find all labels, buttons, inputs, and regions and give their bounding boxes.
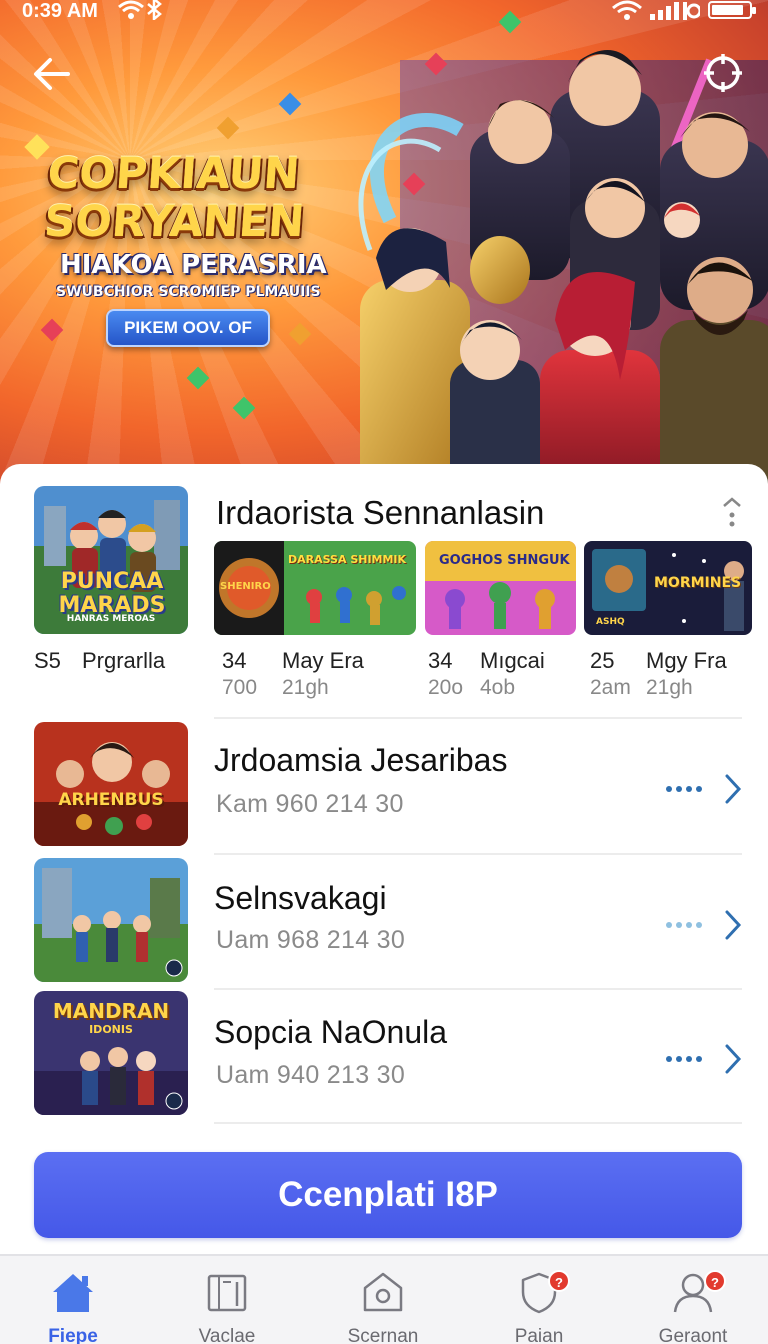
library-icon [207, 1274, 247, 1312]
tile-stat-sub-label: 21gh [282, 676, 329, 699]
nav-label: Geraont [658, 1326, 728, 1344]
divider [214, 1122, 742, 1124]
tile-stat-value: 34 [428, 648, 453, 673]
list-item-meta: Uam 940 213 30 [216, 1061, 406, 1089]
game-tile-badge: ASHQ [596, 617, 625, 627]
divider [214, 717, 742, 719]
notification-badge: ? [704, 1270, 726, 1292]
tile-stat-label: Mıgcai [480, 648, 545, 673]
back-arrow-icon[interactable] [30, 52, 74, 96]
game-tile-3[interactable]: ASHQ MORMINES [584, 541, 752, 635]
nav-item-library[interactable]: Vaclae [162, 1256, 292, 1344]
status-right-icons [612, 0, 756, 20]
list-item-thumb-text: ARHENBUS [58, 790, 164, 810]
game-tile-label: MORMINES [654, 575, 742, 591]
battery-icon [708, 1, 756, 19]
nav-label: Vaclae [198, 1326, 256, 1344]
nav-item-store[interactable]: Scernan [318, 1256, 448, 1344]
nav-label: Fiepe [48, 1326, 98, 1344]
cell-signal-icon [650, 2, 700, 20]
tile-stat-value: 34 [222, 648, 247, 673]
primary-action-button[interactable]: Ccenplati I8P [34, 1152, 742, 1238]
bottom-navigation: Fiepe Vaclae Scernan ? Paian ? Geraont [0, 1254, 768, 1344]
game-tile-2[interactable]: GOGHOS SHNGUK [425, 541, 576, 635]
nav-label: Scernan [347, 1326, 419, 1344]
game-tile-label: GOGHOS SHNGUK [439, 553, 570, 568]
hero-banner[interactable]: 0:39 AM COPKIAUN SORYANEN HIAKOA PERASRI… [0, 0, 768, 500]
hero-title-line1: COPKIAUN [45, 149, 302, 199]
tile-stat-label: Mgy Fra [646, 648, 727, 673]
bluetooth-icon [147, 0, 162, 22]
list-item-title: Sopcia NaOnula [214, 1014, 448, 1050]
featured-stat-value: S5 [34, 648, 61, 673]
store-icon [363, 1272, 403, 1312]
featured-thumb-caption: HANRAS MEROAS [66, 614, 156, 624]
notification-badge: ? [548, 1270, 570, 1292]
list-item-thumb-sub: IDONIS [89, 1023, 133, 1036]
chevron-right-icon[interactable] [722, 772, 744, 806]
divider [214, 853, 742, 855]
featured-thumb-title: PUNCAA MARADS [58, 569, 166, 618]
list-item-thumb-text: MANDRAN [52, 999, 170, 1023]
more-dots-icon[interactable] [664, 920, 706, 930]
status-time: 0:39 AM [22, 0, 98, 22]
list-item-meta: Uam 968 214 30 [216, 926, 406, 954]
collapse-more-icon[interactable] [718, 496, 746, 530]
wifi-signal-icon [612, 0, 642, 20]
tile-stat-sub-value: 700 [222, 676, 258, 699]
hero-cta-button[interactable]: PIKEM OOV. OF [106, 309, 270, 347]
crosshair-icon[interactable] [702, 52, 744, 94]
tile-stat-value: 25 [590, 648, 615, 673]
tile-stat-sub-value: 20o [428, 676, 464, 699]
list-item-meta: Kam 960 214 30 [216, 790, 404, 818]
chevron-right-icon[interactable] [722, 1042, 744, 1076]
more-dots-icon[interactable] [664, 784, 706, 794]
featured-stat-label: Prgrarlla [82, 648, 166, 673]
hero-subtitle: HIAKOA PERASRIA [60, 250, 327, 280]
game-tile-1[interactable]: SHENIRO DARASSA SHIMMIK [214, 541, 416, 635]
content-sheet: PUNCAA MARADS HANRAS MEROAS Irdaorista S… [0, 464, 768, 1254]
game-tile-badge: SHENIRO [220, 581, 271, 592]
featured-game-thumbnail[interactable]: PUNCAA MARADS HANRAS MEROAS [34, 486, 188, 634]
hero-title-line2: SORYANEN [42, 197, 307, 247]
nav-label: Paian [514, 1326, 564, 1344]
list-item-thumbnail[interactable]: MANDRAN IDONIS [34, 991, 188, 1115]
list-item-thumbnail[interactable] [34, 858, 188, 982]
nav-item-home[interactable]: Fiepe [8, 1256, 138, 1344]
status-bar: 0:39 AM [0, 0, 768, 26]
hero-title: COPKIAUN SORYANEN [42, 149, 350, 247]
nav-item-shield[interactable]: ? Paian [474, 1256, 604, 1344]
status-notification-icons [118, 0, 164, 26]
divider [214, 988, 742, 990]
list-item-thumbnail[interactable]: ARHENBUS [34, 722, 188, 846]
featured-section-title: Irdaorista Sennanlasin [216, 494, 545, 531]
tile-stat-sub-label: 21gh [646, 676, 693, 699]
tile-stat-sub-label: 4ob [480, 676, 516, 699]
chevron-right-icon[interactable] [722, 908, 744, 942]
nav-item-profile[interactable]: ? Geraont [628, 1256, 758, 1344]
list-item-title: Selnsvakagi [214, 880, 387, 916]
list-item-title: Jrdoamsia Jesaribas [214, 742, 508, 778]
tile-stat-label: May Era [282, 648, 364, 673]
hero-tagline: SWUBCHIOR SCROMIEP PLMAUIIS [56, 284, 321, 300]
wifi-icon [118, 0, 144, 19]
home-icon [53, 1274, 93, 1312]
game-tile-label: DARASSA SHIMMIK [288, 553, 407, 566]
more-dots-icon[interactable] [664, 1054, 706, 1064]
tile-stat-sub-value: 2am [590, 676, 631, 699]
